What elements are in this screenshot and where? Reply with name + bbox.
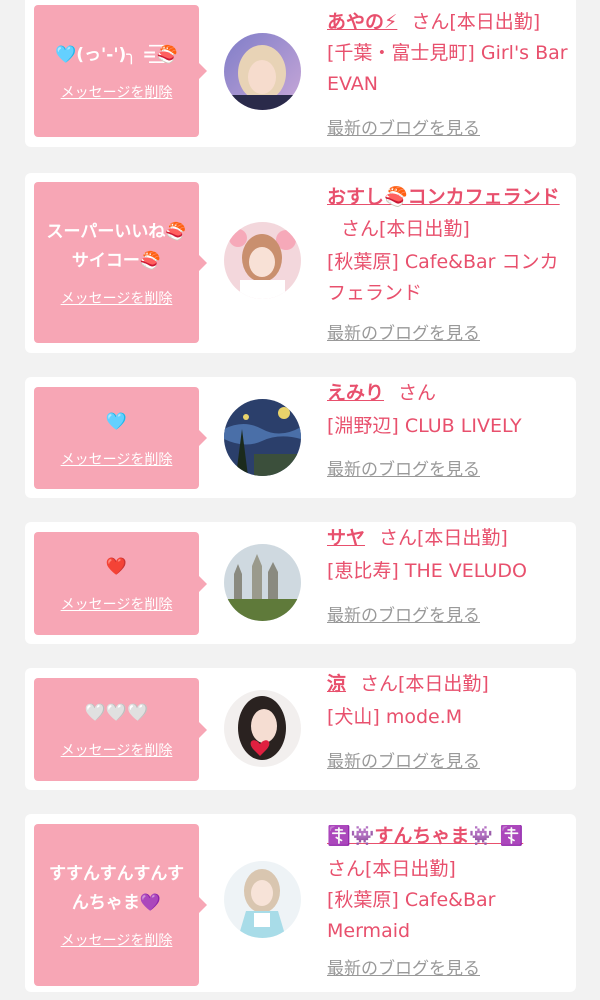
- avatar-photo-castle-icon: [224, 544, 301, 621]
- message-bubble: すすんすんすんすんちゃま💜 メッセージを削除: [34, 824, 207, 986]
- avatar-photo-woman-blonde-icon: [224, 33, 301, 110]
- cast-info: サヤ さん[本日出勤] [恵比寿] THE VELUDO: [327, 522, 568, 587]
- cast-name-link[interactable]: えみり: [327, 382, 384, 404]
- latest-blog-link[interactable]: 最新のブログを見る: [327, 455, 480, 480]
- cast-name-link[interactable]: おすし🍣コンカフェランド: [327, 186, 560, 208]
- shop-name: [恵比寿] THE VELUDO: [327, 560, 527, 582]
- cast-info: えみり さん [淵野辺] CLUB LIVELY: [327, 377, 568, 442]
- cast-name-link[interactable]: あやの⚡: [327, 11, 397, 33]
- cast-status: さん[本日出勤]: [379, 527, 508, 549]
- shop-name: [犬山] mode.M: [327, 706, 463, 728]
- latest-blog-link[interactable]: 最新のブログを見る: [327, 747, 480, 772]
- avatar-photo-starry-night-icon: [224, 399, 301, 476]
- message-card: ❤️ メッセージを削除 サヤ さん[本日出勤] [恵比寿] THE VELUDO …: [25, 522, 576, 644]
- cast-status: さん[本日出勤]: [411, 11, 541, 33]
- message-feed: 🩵(っ'-')╮ =͟͟͞͞🍣 メッセージを削除 あやの⚡ さん[本日出勤] […: [0, 0, 600, 992]
- delete-message-link[interactable]: メッセージを削除: [61, 449, 173, 469]
- message-card: 🩵 メッセージを削除 えみり さん [淵野辺] CLUB LIVELY 最新のブロ…: [25, 377, 576, 498]
- cast-status: さん[本日出勤]: [360, 673, 489, 695]
- delete-message-link[interactable]: メッセージを削除: [61, 930, 173, 950]
- cast-status: さん: [398, 382, 437, 404]
- message-bubble: 🤍🤍🤍 メッセージを削除: [34, 678, 207, 781]
- cast-info: あやの⚡ さん[本日出勤] [千葉・富士見町] Girl's Bar EVAN: [327, 6, 568, 100]
- avatar[interactable]: [224, 861, 301, 938]
- message-text: 🩵: [105, 411, 128, 432]
- latest-blog-link[interactable]: 最新のブログを見る: [327, 601, 480, 626]
- avatar-photo-woman-flowers-icon: [224, 222, 301, 299]
- message-text: スーパーいいね🍣サイコー🍣: [46, 221, 187, 271]
- cast-info: おすし🍣コンカフェランドさん[本日出勤] [秋葉原] Cafe&Bar コンカフ…: [327, 181, 568, 309]
- avatar[interactable]: [224, 544, 301, 621]
- message-bubble: ❤️ メッセージを削除: [34, 532, 207, 635]
- avatar[interactable]: [224, 33, 301, 110]
- cast-name-link[interactable]: サヤ: [327, 527, 365, 549]
- message-bubble: 🩵 メッセージを削除: [34, 387, 207, 489]
- shop-name: [秋葉原] Cafe&Bar Mermaid: [327, 889, 496, 942]
- cast-status: さん[本日出勤]: [327, 858, 456, 880]
- message-bubble: スーパーいいね🍣サイコー🍣 メッセージを削除: [34, 182, 207, 343]
- avatar-photo-woman-maid-icon: [224, 861, 301, 938]
- cast-name-link[interactable]: 涼: [327, 673, 346, 695]
- message-text: すすんすんすんすんちゃま💜: [49, 864, 184, 913]
- message-card: 🩵(っ'-')╮ =͟͟͞͞🍣 メッセージを削除 あやの⚡ さん[本日出勤] […: [25, 0, 576, 147]
- cast-name-link[interactable]: ☦️👾すんちゃま👾 ☦️: [327, 825, 523, 847]
- message-text: 🤍🤍🤍: [84, 703, 149, 723]
- latest-blog-link[interactable]: 最新のブログを見る: [327, 114, 480, 139]
- shop-name: [千葉・富士見町] Girl's Bar EVAN: [327, 42, 568, 95]
- message-text: ❤️: [105, 557, 128, 577]
- message-text: 🩵(っ'-')╮ =͟͟͞͞🍣: [55, 44, 178, 65]
- avatar[interactable]: [224, 690, 301, 767]
- message-bubble: 🩵(っ'-')╮ =͟͟͞͞🍣 メッセージを削除: [34, 5, 207, 137]
- shop-name: [淵野辺] CLUB LIVELY: [327, 415, 522, 437]
- message-card: すすんすんすんすんちゃま💜 メッセージを削除 ☦️👾すんちゃま👾 ☦️ さん[本…: [25, 814, 576, 992]
- latest-blog-link[interactable]: 最新のブログを見る: [327, 319, 480, 344]
- avatar[interactable]: [224, 399, 301, 476]
- message-card: スーパーいいね🍣サイコー🍣 メッセージを削除 おすし🍣コンカフェランドさん[本日…: [25, 173, 576, 353]
- latest-blog-link[interactable]: 最新のブログを見る: [327, 954, 480, 979]
- delete-message-link[interactable]: メッセージを削除: [61, 82, 173, 102]
- delete-message-link[interactable]: メッセージを削除: [61, 594, 173, 614]
- cast-info: 涼さん[本日出勤] [犬山] mode.M: [327, 668, 568, 733]
- message-card: 🤍🤍🤍 メッセージを削除 涼さん[本日出勤] [犬山] mode.M 最新のブロ…: [25, 668, 576, 790]
- avatar-photo-woman-heart-icon: [224, 690, 301, 767]
- avatar[interactable]: [224, 222, 301, 299]
- cast-status: さん[本日出勤]: [341, 218, 470, 240]
- cast-info: ☦️👾すんちゃま👾 ☦️ さん[本日出勤] [秋葉原] Cafe&Bar Mer…: [327, 820, 568, 947]
- shop-name: [秋葉原] Cafe&Bar コンカフェランド: [327, 251, 559, 304]
- delete-message-link[interactable]: メッセージを削除: [61, 288, 173, 308]
- delete-message-link[interactable]: メッセージを削除: [61, 740, 173, 760]
